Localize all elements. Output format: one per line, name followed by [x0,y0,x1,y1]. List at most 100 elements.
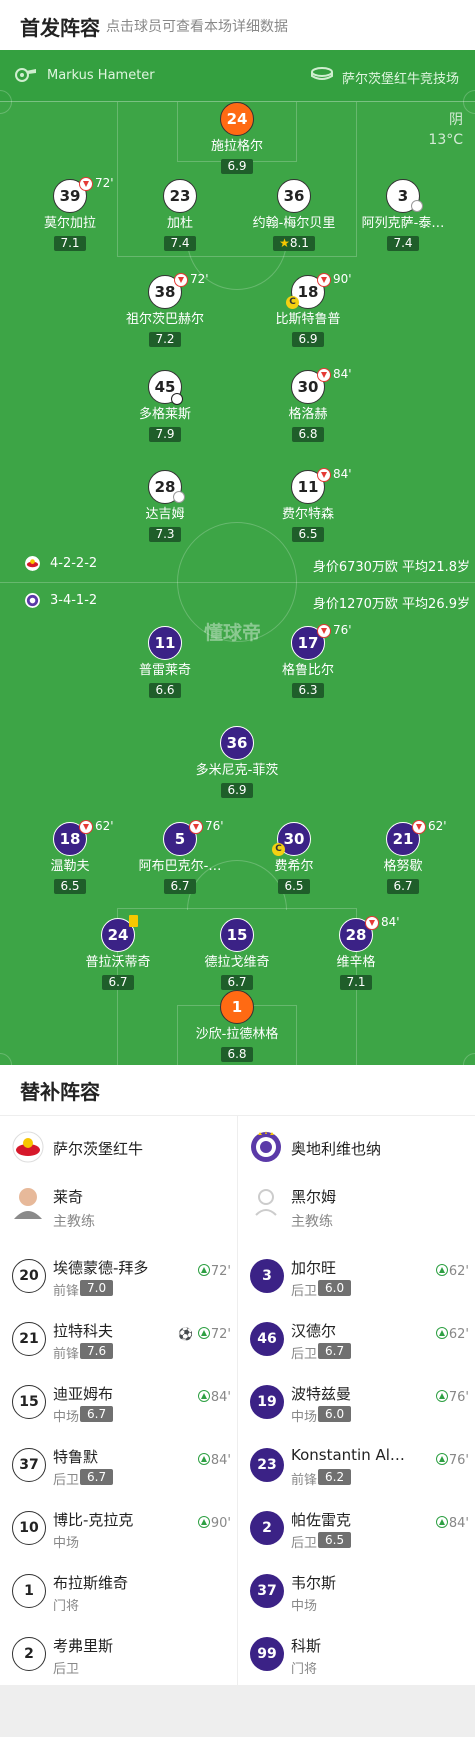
pitch: Markus Hameter 萨尔茨堡红牛竞技场 阴 13°C 懂球帝 4-2-… [0,50,475,1065]
sub-player[interactable]: 19 波特兹曼 中场 6.0 76' [238,1375,475,1438]
sub-player[interactable]: 99 科斯门将 [238,1627,475,1690]
player-away[interactable]: 28 84' 维辛格 7.1 [296,915,416,990]
player-away[interactable]: 11 普雷莱奇 6.6 [105,626,225,698]
sub-player[interactable]: 20 埃德蒙德-拜多 前锋 7.0 72' [0,1249,237,1312]
sub-time: 72' [190,272,209,286]
player-home[interactable]: 39 72' 莫尔加拉 7.1 [10,176,130,251]
player-name: 加尔旺 [291,1259,337,1277]
player-away[interactable]: 30 C 费希尔 6.5 [234,822,354,894]
home-coach[interactable]: 莱奇 主教练 [53,1186,95,1231]
sub-time: 62' [435,1327,469,1342]
coach-avatar[interactable] [12,1185,44,1219]
jersey-number: 28 [148,470,185,504]
player-rating: 6.7 [318,1343,352,1359]
yellow-card-icon [129,915,138,927]
player-name: 温勒夫 [50,859,90,874]
jersey-number: 5 76' [163,819,224,856]
player-away[interactable]: 21 62' 格努歇 6.7 [343,819,463,894]
sub-out-icon [317,468,331,482]
player-home[interactable]: 36 约翰-梅尔贝里 ★8.1 [234,179,354,251]
player-position: 中场 [291,1599,318,1614]
player-position: 门将 [291,1662,318,1677]
player-name: 多米尼克-菲茨 [195,763,279,778]
player-position: 后卫 [291,1347,318,1362]
player-name: 加杜 [166,216,193,231]
player-home[interactable]: 30 84' 格洛赫 6.8 [248,367,368,442]
glove-icon [411,200,423,212]
sub-time: 72' [95,176,114,190]
jersey-number: 28 84' [339,915,400,952]
player-rating: 6.9 [292,332,324,347]
jersey-number: 38 72' [148,272,209,309]
player-away[interactable]: 5 76' 阿布巴克尔-… 6.7 [120,819,240,894]
player-home[interactable]: 11 84' 费尔特森 6.5 [248,467,368,542]
sub-player[interactable]: 2 考弗里斯 后卫 [0,1627,237,1690]
jersey-number: 3 [386,179,423,213]
player-name: 阿布巴克尔-… [138,859,222,874]
sub-time: 76' [205,819,224,833]
player-rating: 6.3 [292,683,324,698]
player-name: 普拉沃蒂奇 [85,955,151,970]
sub-player[interactable]: 10 博比-克拉克 中场 90' [0,1501,237,1564]
player-name: 韦尔斯 [291,1574,337,1592]
captain-badge: C [286,296,299,309]
player-name: 费希尔 [274,859,314,874]
player-away-gk[interactable]: 1 沙欣-拉德林格 6.8 [177,990,297,1062]
sub-player[interactable]: 37 特鲁默 后卫 6.7 84' [0,1438,237,1501]
player-name: 施拉格尔 [210,139,263,154]
sub-player[interactable]: 1 布拉斯维奇 门将 [0,1564,237,1627]
lineup-header: 首发阵容 点击球员可查看本场详细数据 [0,0,475,50]
player-name: 祖尔茨巴赫尔 [125,312,204,327]
jersey-number: 24 [220,102,254,136]
coach-avatar-placeholder[interactable] [250,1185,282,1219]
lineup-subtitle: 点击球员可查看本场详细数据 [106,19,288,35]
player-away[interactable]: 18 62' 温勒夫 6.5 [10,819,130,894]
player-home[interactable]: 18 90' C 比斯特鲁普 6.9 [248,272,368,347]
player-home[interactable]: 28 达吉姆 7.3 [105,470,225,542]
jersey-number: 1 [220,990,254,1024]
player-rating: 7.6 [80,1343,114,1359]
sub-player[interactable]: 37 韦尔斯 中场 [238,1564,475,1627]
jersey-number: 18 62' [53,819,114,856]
sub-player[interactable]: 3 加尔旺 后卫 6.0 62' [238,1249,475,1312]
jersey-number: 99 [250,1637,284,1671]
player-rating: 6.7 [80,1406,114,1422]
whistle-icon [15,68,36,82]
player-position: 门将 [53,1599,80,1614]
player-rating: 7.4 [387,236,419,251]
player-away[interactable]: 36 多米尼克-菲茨 6.9 [177,726,297,798]
player-home[interactable]: 3 阿列克萨-泰… 7.4 [343,179,463,251]
player-home-gk[interactable]: 24 施拉格尔 6.9 [177,102,297,174]
player-rating: 6.0 [318,1280,352,1296]
sub-out-icon [79,820,93,834]
player-home[interactable]: 23 加杜 7.4 [120,179,240,251]
sub-time: 76' [333,623,352,637]
player-position: 前锋 [291,1473,318,1488]
away-squad-value: 身价1270万欧 平均26.9岁 [312,597,470,612]
sub-player[interactable]: 2 帕佐雷克 后卫 6.5 84' [238,1501,475,1564]
jersey-number: 24 [101,915,138,952]
jersey-number: 21 [12,1322,46,1356]
sub-player[interactable]: 15 迪亚姆布 中场 6.7 84' [0,1375,237,1438]
player-rating: 6.7 [387,879,419,894]
goal-ball-icon [171,393,183,405]
jersey-number: 15 [12,1385,46,1419]
player-name: 科斯 [291,1637,322,1655]
coach-role: 主教练 [53,1214,95,1230]
player-rating: ★8.1 [273,236,315,251]
player-away[interactable]: 15 德拉戈维奇 6.7 [177,918,297,990]
sub-player[interactable]: 46 汉德尔 后卫 6.7 62' [238,1312,475,1375]
player-home[interactable]: 45 多格莱斯 7.9 [105,370,225,442]
sub-time: 62' [428,819,447,833]
player-away[interactable]: 17 76' 格鲁比尔 6.3 [248,623,368,698]
sub-player[interactable]: 23 Konstantin Al… 前锋 6.2 76' [238,1438,475,1501]
sub-player[interactable]: 21 拉特科夫 前锋 7.6 ⚽ 72' [0,1312,237,1375]
jersey-number: 36 [220,726,254,760]
sub-in-icon [435,1264,448,1276]
player-name: Konstantin Al… [291,1446,405,1464]
player-home[interactable]: 38 72' 祖尔茨巴赫尔 7.2 [105,272,225,347]
player-rating: 6.7 [102,975,134,990]
player-away[interactable]: 24 普拉沃蒂奇 6.7 [58,915,178,990]
player-name: 达吉姆 [145,507,185,522]
away-coach[interactable]: 黑尔姆 主教练 [291,1186,336,1231]
